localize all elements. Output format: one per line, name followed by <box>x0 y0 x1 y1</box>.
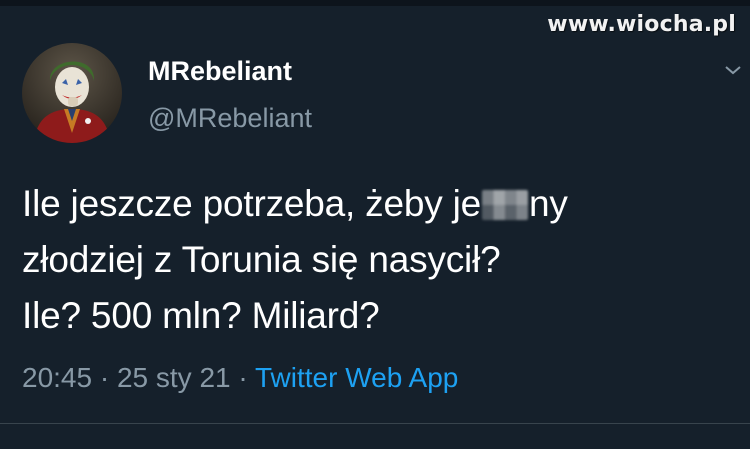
tweet-text-line-1-start: Ile jeszcze potrzeba, żeby je <box>22 183 481 224</box>
tweet-text-line-3: Ile? 500 mln? Miliard? <box>22 295 380 336</box>
tweet-card: MRebeliant @MRebeliant Ile jeszcze potrz… <box>0 0 750 449</box>
avatar[interactable] <box>22 43 122 143</box>
meta-separator: · <box>99 362 110 393</box>
tweet-text-line-1: Ile jeszcze potrzeba, żeby je ny <box>22 176 722 232</box>
tweet-source-link[interactable]: Twitter Web App <box>255 362 458 393</box>
display-name[interactable]: MRebeliant <box>148 56 292 87</box>
divider <box>0 423 750 424</box>
user-handle[interactable]: @MRebeliant <box>148 103 312 134</box>
censor-pixelation <box>482 190 528 220</box>
meta-separator-2: · <box>238 362 248 393</box>
tweet-time[interactable]: 20:45 <box>22 362 92 393</box>
tweet-text: Ile jeszcze potrzeba, żeby je ny złodziej… <box>22 176 722 344</box>
chevron-down-icon[interactable] <box>722 62 744 78</box>
watermark: www.wiocha.pl <box>547 12 736 37</box>
joker-avatar-image <box>34 61 110 143</box>
tweet-text-line-2: złodziej z Torunia się nasycił? <box>22 239 501 280</box>
tweet-text-line-1-end: ny <box>529 183 568 224</box>
tweet-date[interactable]: 25 sty 21 <box>117 362 231 393</box>
tweet-metadata: 20:45 · 25 sty 21 · Twitter Web App <box>22 362 458 394</box>
